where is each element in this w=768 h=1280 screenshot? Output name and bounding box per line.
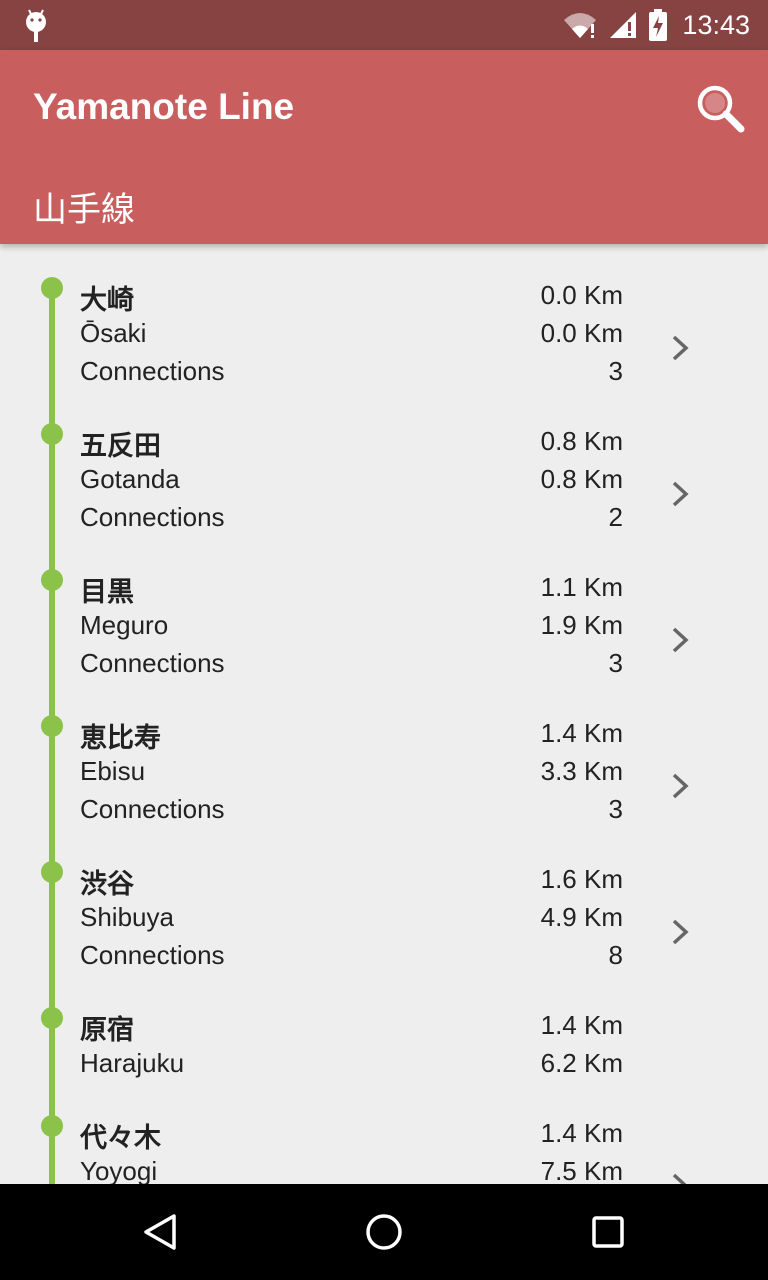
segment-distance: 0.0 Km — [540, 280, 623, 310]
chevron-right-icon[interactable] — [670, 772, 692, 800]
segment-distance: 1.1 Km — [540, 572, 623, 602]
page-title: Yamanote Line — [33, 86, 295, 127]
station-kanji: 大崎 — [80, 285, 134, 316]
navigation-bar — [0, 1184, 768, 1280]
connections-label: Connections — [80, 794, 225, 824]
chevron-right-icon[interactable] — [670, 480, 692, 508]
total-distance: 3.3 Km — [540, 756, 623, 786]
station-dot — [41, 1115, 63, 1137]
connections-count: 3 — [608, 356, 623, 386]
station-kanji: 渋谷 — [80, 869, 134, 900]
search-icon[interactable] — [694, 82, 746, 134]
station-kanji: 目黒 — [80, 577, 134, 608]
total-distance: 7.5 Km — [540, 1156, 623, 1184]
station-dot — [41, 423, 63, 445]
connections-count: 3 — [608, 648, 623, 678]
station-romaji: Gotanda — [80, 464, 180, 494]
station-romaji: Ebisu — [80, 756, 146, 786]
segment-distance: 0.8 Km — [540, 426, 623, 456]
home-icon[interactable] — [360, 1208, 408, 1256]
station-romaji: Meguro — [80, 610, 169, 640]
back-icon[interactable] — [136, 1208, 184, 1256]
station-kanji: 代々木 — [80, 1123, 161, 1154]
cell-signal-icon — [610, 12, 637, 38]
total-distance: 1.9 Km — [540, 610, 623, 640]
total-distance: 0.8 Km — [540, 464, 623, 494]
station-romaji: Yoyogi — [80, 1156, 158, 1184]
station-kanji: 五反田 — [80, 431, 161, 462]
station-dot — [41, 569, 63, 591]
station-kanji: 原宿 — [80, 1015, 134, 1046]
chevron-right-icon[interactable] — [670, 334, 692, 362]
android-notification-icon — [26, 9, 46, 42]
station-romaji: Harajuku — [80, 1048, 185, 1078]
connections-label: Connections — [80, 940, 225, 970]
total-distance: 4.9 Km — [540, 902, 623, 932]
chevron-right-icon[interactable] — [670, 1172, 692, 1184]
connections-label: Connections — [80, 648, 225, 678]
station-list: 大崎 Ōsaki Connections 0.0 Km 0.0 Km 3 五反田… — [0, 244, 768, 1184]
segment-distance: 1.6 Km — [540, 864, 623, 894]
connections-label: Connections — [80, 356, 225, 386]
connections-count: 8 — [608, 940, 623, 970]
station-romaji: Shibuya — [80, 902, 174, 932]
segment-distance: 1.4 Km — [540, 1118, 623, 1148]
station-dot — [41, 1007, 63, 1029]
connections-count: 3 — [608, 794, 623, 824]
station-dot — [41, 277, 63, 299]
status-time: 13:43 — [682, 9, 750, 40]
recents-icon[interactable] — [584, 1208, 632, 1256]
total-distance: 6.2 Km — [540, 1048, 623, 1078]
connections-count: 2 — [608, 502, 623, 532]
station-romaji: Ōsaki — [80, 318, 147, 348]
segment-distance: 1.4 Km — [540, 1010, 623, 1040]
station-dot — [41, 861, 63, 883]
app-bar: Yamanote Line 山手線 — [0, 50, 768, 244]
connections-label: Connections — [80, 502, 225, 532]
status-bar: 13:43 — [0, 0, 768, 50]
page-subtitle: 山手線 — [33, 190, 135, 230]
total-distance: 0.0 Km — [540, 318, 623, 348]
segment-distance: 1.4 Km — [540, 718, 623, 748]
wifi-icon — [564, 13, 597, 38]
battery-charging-icon — [649, 9, 668, 41]
chevron-right-icon[interactable] — [670, 626, 692, 654]
chevron-right-icon[interactable] — [670, 918, 692, 946]
station-dot — [41, 715, 63, 737]
station-kanji: 恵比寿 — [80, 723, 161, 754]
